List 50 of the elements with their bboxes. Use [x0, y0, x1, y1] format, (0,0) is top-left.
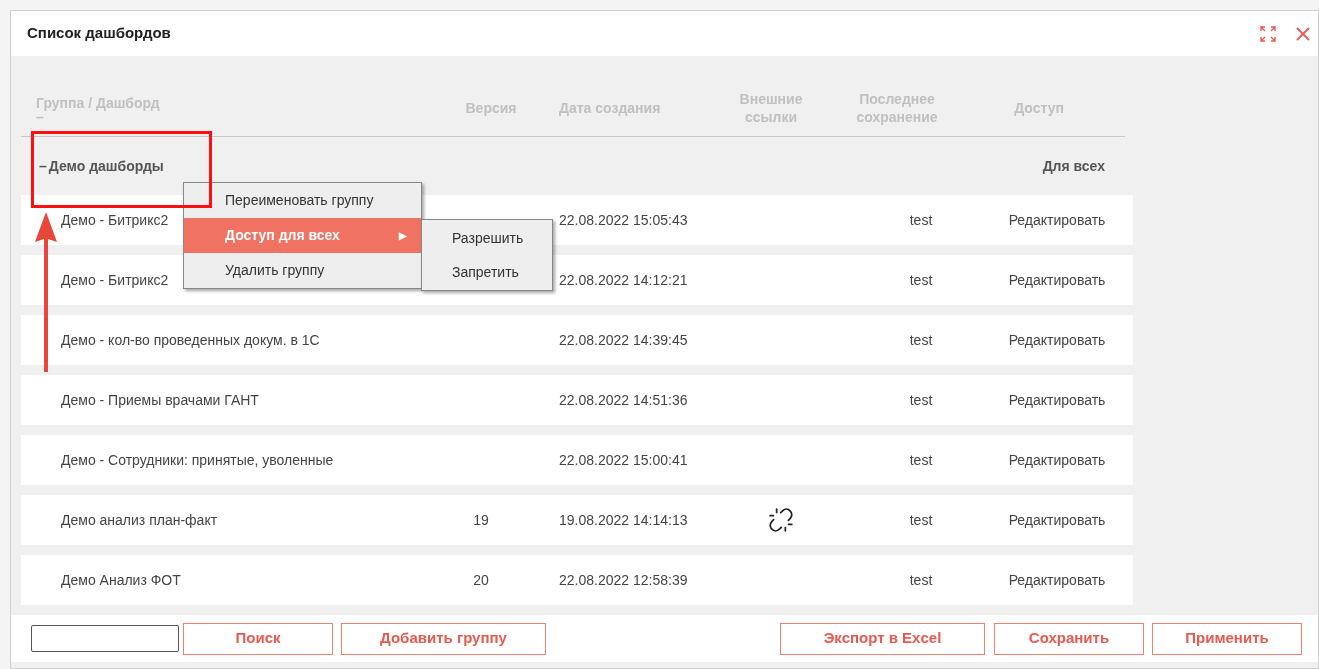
saved-by: test [908, 270, 934, 290]
dashboard-row[interactable]: Демо - Приемы врачами ГАНТ 22.08.2022 14:51:36 test Редактировать [21, 375, 1133, 425]
menu-item[interactable]: Удалить группу [184, 253, 421, 288]
created-date: 22.08.2022 14:12:21 [559, 270, 688, 290]
created-date: 22.08.2022 14:51:36 [559, 390, 688, 410]
dashboard-name: Демо - Приемы врачами ГАНТ [61, 390, 259, 410]
saved-by: test [908, 330, 934, 350]
created-date: 22.08.2022 12:58:39 [559, 570, 688, 590]
access-link[interactable]: Редактировать [1001, 449, 1113, 471]
version-cell-text: 19 [472, 510, 490, 530]
dashboard-name: Демо - Битрикс2 [61, 270, 169, 290]
saved-by: test [908, 570, 934, 590]
dashboard-row[interactable]: Демо анализ план-факт 19 19.08.2022 14:14:13 test Редактировать [21, 495, 1133, 545]
access-link[interactable]: Редактировать [1001, 329, 1113, 351]
created-date: 22.08.2022 15:00:41 [559, 450, 688, 470]
collapse-mark: – [36, 112, 44, 122]
access-link[interactable]: Редактировать [1001, 569, 1113, 591]
apply-button[interactable]: Применить [1152, 622, 1302, 655]
saved-by: test [908, 210, 934, 230]
dashboard-name: Демо анализ план-факт [61, 510, 218, 530]
saved-by: test [908, 510, 934, 530]
created-date: 19.08.2022 14:14:13 [559, 510, 688, 530]
saved-by: test [908, 450, 934, 470]
saved-by: test [908, 390, 934, 410]
search-field[interactable] [31, 625, 179, 652]
dashboard-row[interactable]: Демо Анализ ФОТ 20 22.08.2022 12:58:39 test Редактировать [21, 555, 1133, 605]
dashboard-name: Демо - кол-во проведенных докум. в 1С [61, 330, 320, 350]
expand-icon[interactable] [1260, 25, 1276, 42]
access-link[interactable]: Редактировать [1001, 269, 1113, 291]
collapse-toggle[interactable]: – [39, 155, 47, 177]
dashboard-name: Демо - Сотрудники: принятые, уволенные [61, 450, 334, 470]
created-date: 22.08.2022 15:05:43 [559, 210, 688, 230]
dashboard-name: Демо Анализ ФОТ [61, 570, 181, 590]
version-cell-text: 20 [472, 570, 490, 590]
group-access: Для всех [1042, 156, 1106, 176]
submenu-arrow: ▶ [399, 229, 407, 243]
dashboard-row[interactable]: Демо - Сотрудники: принятые, уволенные 22.08.2022 15:00:41 test Редактировать [21, 435, 1133, 485]
access-link[interactable]: Редактировать [1001, 509, 1113, 531]
created-date: 22.08.2022 14:39:45 [559, 330, 688, 350]
group-name[interactable]: Демо дашборды [48, 155, 164, 177]
access-link[interactable]: Редактировать [1001, 209, 1113, 231]
save-button[interactable]: Сохранить [994, 622, 1144, 655]
window-title: Список дашбордов [27, 23, 171, 44]
access-link[interactable]: Редактировать [1001, 389, 1113, 411]
add-group-button[interactable]: Добавить группу [341, 622, 546, 655]
search-button[interactable]: Поиск [183, 622, 333, 655]
dashboard-name: Демо - Битрикс2 [61, 210, 169, 230]
export-button[interactable]: Экспорт в Excel [780, 622, 985, 655]
submenu-item[interactable]: Запретить [422, 255, 552, 289]
dashboard-row[interactable]: Демо - кол-во проведенных докум. в 1С 22.08.2022 14:39:45 test Редактировать [21, 315, 1133, 365]
